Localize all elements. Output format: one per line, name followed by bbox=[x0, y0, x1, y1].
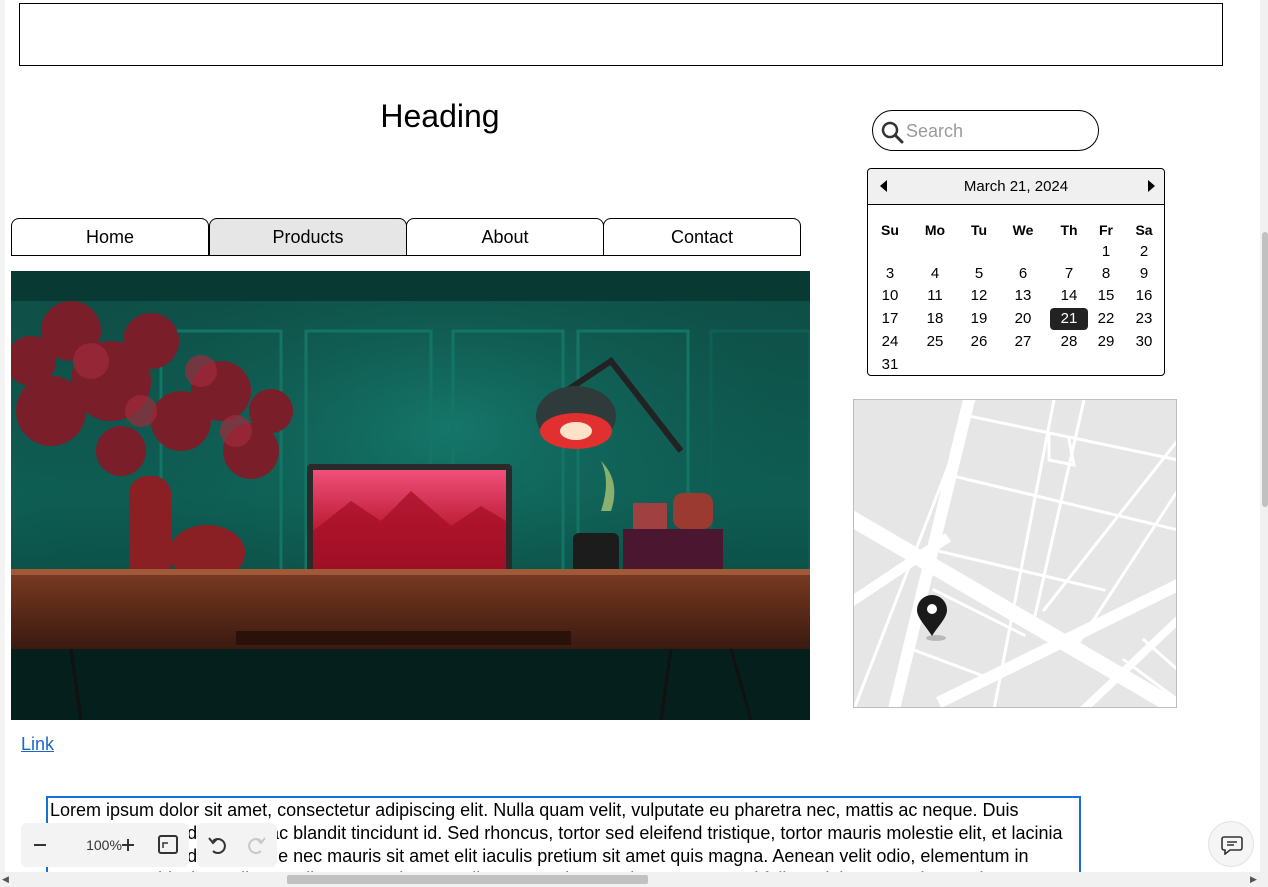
tab-about[interactable]: About bbox=[406, 218, 604, 256]
calendar-day[interactable]: 9 bbox=[1125, 263, 1163, 285]
header-box bbox=[19, 3, 1223, 66]
calendar-weekday: Sa bbox=[1135, 222, 1153, 238]
plus-icon bbox=[122, 839, 134, 851]
calendar-weekday: Su bbox=[881, 222, 899, 238]
calendar-day[interactable]: 8 bbox=[1087, 263, 1125, 285]
calendar-day[interactable]: 27 bbox=[1004, 331, 1042, 353]
calendar-day[interactable]: 31 bbox=[871, 354, 909, 376]
calendar-day[interactable]: 1 bbox=[1087, 241, 1125, 263]
calendar-weekday: We bbox=[1012, 222, 1034, 238]
calendar-day[interactable]: 2 bbox=[1125, 241, 1163, 263]
history-toolbar bbox=[197, 823, 277, 867]
redo-icon[interactable] bbox=[245, 835, 267, 855]
calendar-day[interactable]: 19 bbox=[960, 308, 998, 330]
calendar-day[interactable]: 4 bbox=[916, 263, 954, 285]
calendar-day[interactable]: 6 bbox=[1004, 263, 1042, 285]
search-box[interactable]: Search bbox=[872, 110, 1099, 151]
page-heading: Heading bbox=[380, 98, 500, 134]
chat-button[interactable] bbox=[1208, 821, 1254, 867]
calendar-day[interactable]: 12 bbox=[960, 285, 998, 307]
calendar-day[interactable]: 13 bbox=[1004, 285, 1042, 307]
fit-screen-button[interactable] bbox=[147, 823, 189, 867]
canvas: Heading Home Products About Contact Link… bbox=[0, 0, 1268, 887]
calendar-day[interactable]: 24 bbox=[871, 331, 909, 353]
calendar-day[interactable]: 16 bbox=[1125, 285, 1163, 307]
left-gutter bbox=[0, 0, 5, 887]
calendar-day[interactable]: 22 bbox=[1087, 308, 1125, 330]
calendar-day[interactable]: 18 bbox=[916, 308, 954, 330]
calendar-weekday: Mo bbox=[924, 222, 946, 238]
calendar-day[interactable]: 23 bbox=[1125, 308, 1163, 330]
calendar-grid: Su Mo Tu We Th Fr Sa 1 2 3 4 5 6 7 8 9 10 11 12 13 14 15 16 17 1… bbox=[868, 169, 1164, 377]
calendar-day[interactable]: 25 bbox=[916, 331, 954, 353]
calendar-weekday: Th bbox=[1060, 222, 1078, 238]
calendar-day[interactable]: 17 bbox=[871, 308, 909, 330]
tab-contact[interactable]: Contact bbox=[603, 218, 801, 256]
calendar-weekday: Fr bbox=[1099, 222, 1113, 238]
map[interactable] bbox=[853, 399, 1177, 708]
map-drawing bbox=[854, 400, 1176, 707]
calendar-day[interactable]: 7 bbox=[1050, 263, 1088, 285]
calendar-weekday: Tu bbox=[970, 222, 988, 238]
calendar: March 21, 2024 Su Mo Tu We Th Fr Sa 1 2 3 4 5 6 7 8 9 10… bbox=[867, 168, 1165, 376]
calendar-day[interactable]: 3 bbox=[871, 263, 909, 285]
search-placeholder: Search bbox=[906, 121, 964, 141]
calendar-day-selected[interactable]: 21 bbox=[1050, 308, 1088, 330]
hero-image-drawing bbox=[11, 271, 810, 720]
hero-image bbox=[11, 271, 810, 720]
scroll-left-icon[interactable]: ◀ bbox=[2, 874, 9, 885]
calendar-day[interactable]: 28 bbox=[1050, 331, 1088, 353]
scroll-right-icon[interactable]: ▶ bbox=[1250, 874, 1257, 885]
zoom-out-button[interactable] bbox=[21, 823, 59, 867]
calendar-day[interactable]: 14 bbox=[1050, 285, 1088, 307]
horizontal-scroll-thumb[interactable] bbox=[287, 875, 648, 884]
link[interactable]: Link bbox=[21, 734, 54, 755]
minus-icon bbox=[34, 844, 46, 846]
calendar-day[interactable]: 5 bbox=[960, 263, 998, 285]
undo-icon[interactable] bbox=[207, 835, 229, 855]
zoom-in-button[interactable] bbox=[109, 823, 147, 867]
chat-icon bbox=[1221, 836, 1243, 855]
calendar-day[interactable]: 26 bbox=[960, 331, 998, 353]
vertical-scroll-thumb[interactable] bbox=[1262, 232, 1268, 507]
nav-tabs: Home Products About Contact bbox=[11, 218, 801, 256]
calendar-day[interactable]: 11 bbox=[916, 285, 954, 307]
calendar-day[interactable]: 30 bbox=[1125, 331, 1163, 353]
calendar-day[interactable]: 20 bbox=[1004, 308, 1042, 330]
calendar-day[interactable]: 29 bbox=[1087, 331, 1125, 353]
tab-home[interactable]: Home bbox=[11, 218, 209, 256]
search-icon bbox=[881, 121, 904, 144]
calendar-day[interactable]: 10 bbox=[871, 285, 909, 307]
calendar-day[interactable]: 15 bbox=[1087, 285, 1125, 307]
tab-products[interactable]: Products bbox=[209, 218, 407, 256]
fit-screen-icon bbox=[158, 835, 178, 854]
